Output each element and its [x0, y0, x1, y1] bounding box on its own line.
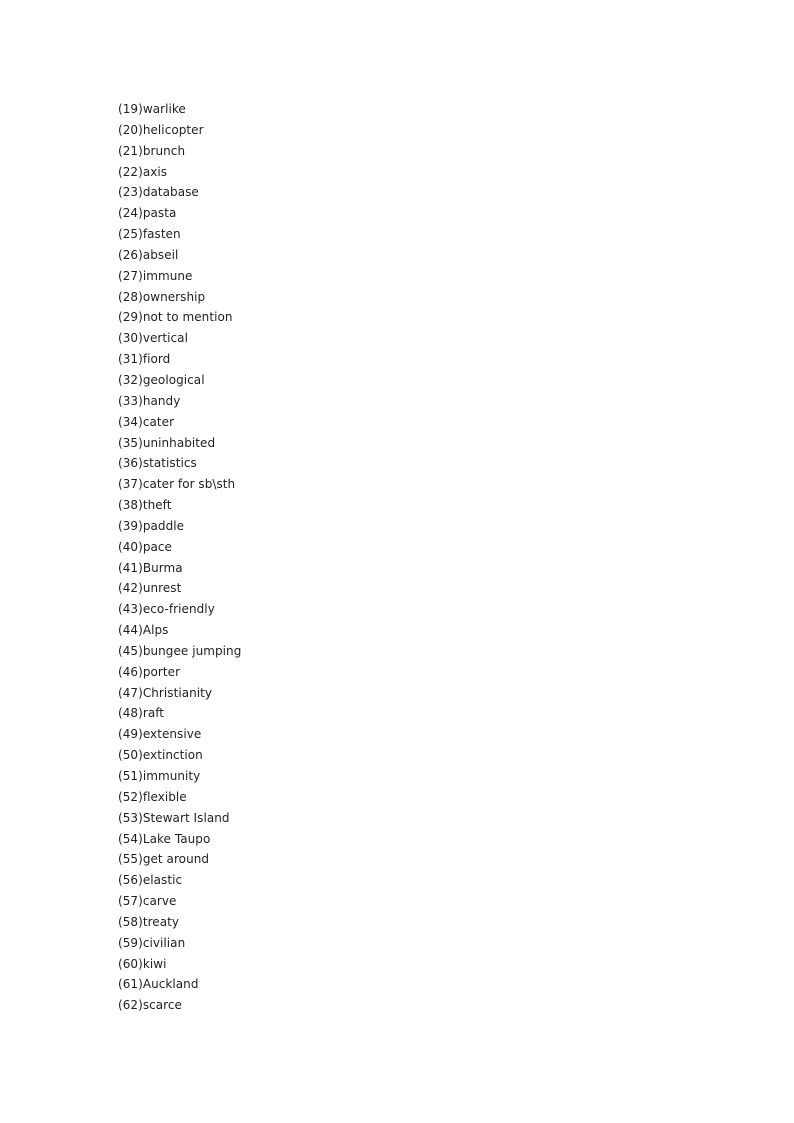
vocabulary-list-item: (51)immunity [118, 769, 201, 783]
vocabulary-list-item: (54)Lake Taupo [118, 831, 211, 846]
vocabulary-list-item: (20)helicopter [118, 122, 204, 137]
vocabulary-list-item: (60)kiwi [118, 956, 167, 971]
vocabulary-list-item: (23)database [118, 185, 199, 200]
vocabulary-list-item: (37)cater for sb\sth [118, 477, 236, 492]
vocabulary-list-item: (45)bungee jumping [118, 643, 242, 658]
vocabulary-list-item: (26)abseil [118, 247, 179, 262]
vocabulary-list-item: (57)carve [118, 894, 177, 909]
vocabulary-list-item: (46)porter [118, 664, 181, 679]
vocabulary-list-item: (24)pasta [118, 206, 177, 221]
vocabulary-list-item: (22)axis [118, 164, 168, 179]
vocabulary-list-item: (52)flexible [118, 789, 187, 804]
vocabulary-list-item: (59)civilian [118, 935, 186, 950]
vocabulary-list-item: (29)not to mention [118, 310, 233, 325]
vocabulary-list-item: (27)immune [118, 268, 193, 283]
vocabulary-list-item: (41)Burma [118, 560, 183, 575]
vocabulary-list-item: (36)statistics [118, 456, 197, 471]
document-body: (19)warlike (20)helicopter (21)brunch (22)a… [118, 99, 678, 1016]
vocabulary-list-item: (49)extensive [118, 727, 202, 742]
vocabulary-list-item: (30)vertical [118, 331, 188, 346]
vocabulary-list-item: (62)scarce [118, 998, 182, 1013]
vocabulary-list-item: (58)treaty [118, 914, 180, 929]
vocabulary-list-item: (48)raft [118, 706, 165, 721]
vocabulary-list-item: (61)Auckland [118, 977, 199, 992]
document-page: (19)warlike (20)helicopter (21)brunch (22)a… [0, 0, 794, 1123]
vocabulary-list-item: (35)uninhabited [118, 435, 216, 450]
vocabulary-list-item: (28)ownership [118, 289, 206, 304]
vocabulary-list-item: (40)pace [118, 539, 172, 554]
vocabulary-list-item: (53)Stewart Island [118, 810, 230, 825]
vocabulary-list-item: (21)brunch [118, 143, 186, 158]
vocabulary-list-item: (31)fiord [118, 352, 171, 367]
vocabulary-list-item: (47)Christianity [118, 685, 213, 700]
vocabulary-list-item: (34)cater [118, 414, 175, 429]
vocabulary-list-item: (55)get around [118, 852, 210, 867]
vocabulary-list-item: (19)warlike [118, 102, 186, 116]
vocabulary-list-item: (25)fasten [118, 227, 181, 242]
vocabulary-list: (19)warlike (20)helicopter (21)brunch (22)a… [118, 99, 678, 1016]
vocabulary-list-item: (42)unrest [118, 581, 182, 596]
vocabulary-list-item: (43)eco-friendly [118, 602, 215, 617]
vocabulary-list-item: (56)elastic [118, 873, 183, 888]
vocabulary-list-item: (32)geological [118, 372, 205, 387]
vocabulary-list-item: (33)handy [118, 393, 181, 408]
vocabulary-list-item: (50)extinction [118, 748, 203, 763]
vocabulary-list-item: (44)Alps [118, 623, 169, 638]
vocabulary-list-item: (39)paddle [118, 518, 185, 533]
vocabulary-list-item: (38)theft [118, 498, 172, 513]
